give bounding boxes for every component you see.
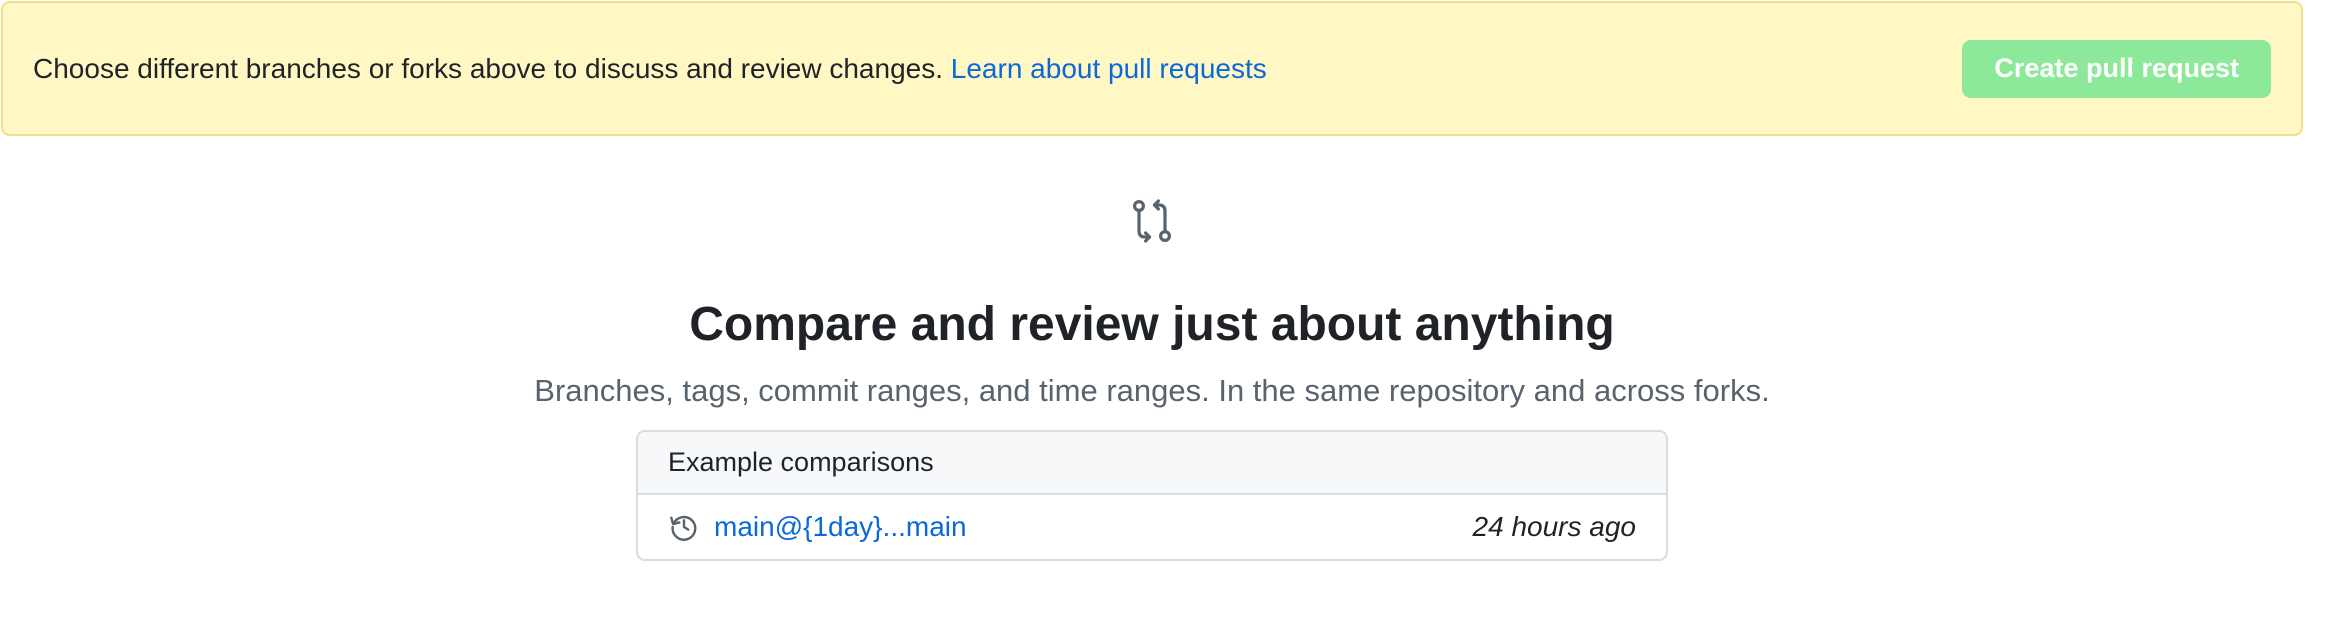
- compare-banner: Choose different branches or forks above…: [1, 1, 2303, 136]
- page-subtitle: Branches, tags, commit ranges, and time …: [534, 373, 1770, 408]
- banner-message: Choose different branches or forks above…: [33, 52, 943, 84]
- banner-message-container: Choose different branches or forks above…: [33, 53, 1267, 85]
- create-pull-request-button[interactable]: Create pull request: [1962, 39, 2271, 98]
- example-comparison-link[interactable]: main@{1day}...main: [714, 511, 967, 543]
- history-icon: [670, 515, 697, 541]
- example-comparison-time: 24 hours ago: [1472, 511, 1636, 542]
- git-pull-request-icon: [1132, 199, 1171, 243]
- blankslate: Compare and review just about anything B…: [0, 136, 2304, 406]
- list-item: main@{1day}...main 24 hours ago: [638, 495, 1666, 559]
- compare-page: Choose different branches or forks above…: [0, 0, 2328, 619]
- example-comparisons-box: Example comparisons main@{1day}...main 2…: [636, 430, 1668, 561]
- example-comparisons-header: Example comparisons: [638, 432, 1666, 495]
- page-title: Compare and review just about anything: [689, 298, 1615, 351]
- learn-about-pull-requests-link[interactable]: Learn about pull requests: [951, 53, 1267, 84]
